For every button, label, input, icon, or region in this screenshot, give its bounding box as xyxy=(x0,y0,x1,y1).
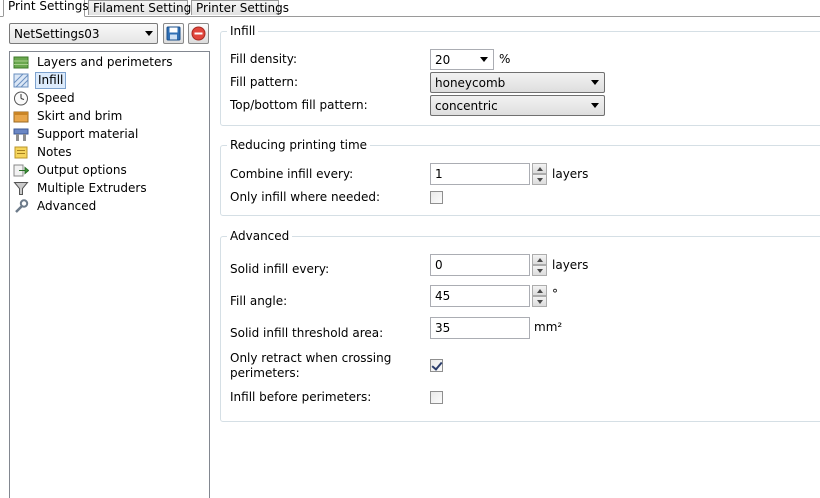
advanced-group: Advanced Solid infill every: 0 layers Fi… xyxy=(220,229,820,422)
infill-before-perimeters-checkbox[interactable] xyxy=(430,391,443,404)
fill-pattern-value: honeycomb xyxy=(435,76,506,90)
funnel-icon xyxy=(13,182,29,195)
infill-icon xyxy=(13,73,29,88)
combine-infill-value: 1 xyxy=(435,167,443,181)
chevron-down-icon xyxy=(591,80,599,85)
output-arrow-icon xyxy=(13,164,29,177)
tree-item-label: Output options xyxy=(37,163,127,177)
tab-filament-settings[interactable]: Filament Settings xyxy=(88,0,197,15)
combine-infill-label: Combine infill every: xyxy=(230,167,354,181)
delete-icon xyxy=(191,26,206,41)
reducing-printing-time-group: Reducing printing time Combine infill ev… xyxy=(220,138,820,216)
only-retract-label-line2: perimeters: xyxy=(230,366,300,380)
spin-down-arrow-icon[interactable] xyxy=(532,296,547,307)
support-icon xyxy=(13,128,29,141)
fill-angle-spinner[interactable] xyxy=(532,285,547,307)
solid-infill-threshold-unit: mm² xyxy=(534,320,563,334)
spin-up-arrow-icon[interactable] xyxy=(532,163,547,174)
fill-angle-unit: ° xyxy=(552,287,558,301)
only-retract-checkbox[interactable] xyxy=(430,359,443,372)
note-icon xyxy=(14,146,28,159)
fill-density-label: Fill density: xyxy=(230,52,298,66)
fill-angle-label: Fill angle: xyxy=(230,294,288,308)
wrench-icon xyxy=(15,199,29,213)
spin-down-arrow-icon[interactable] xyxy=(532,174,547,185)
spin-up-arrow-icon[interactable] xyxy=(532,254,547,265)
infill-before-perimeters-label: Infill before perimeters: xyxy=(230,390,372,404)
chevron-down-icon xyxy=(480,57,488,62)
solid-infill-threshold-input[interactable]: 35 xyxy=(430,317,530,339)
solid-infill-every-input[interactable]: 0 xyxy=(430,254,530,276)
solid-infill-threshold-label: Solid infill threshold area: xyxy=(230,326,384,340)
top-bottom-fill-pattern-value: concentric xyxy=(435,99,498,113)
spin-down-arrow-icon[interactable] xyxy=(532,265,547,276)
fill-density-combo[interactable]: 20 xyxy=(430,49,494,70)
preset-value: NetSettings03 xyxy=(14,27,100,41)
preset-select[interactable]: NetSettings03 xyxy=(9,23,158,44)
reducing-group-title: Reducing printing time xyxy=(227,138,371,152)
combine-infill-unit: layers xyxy=(552,167,589,181)
only-retract-label-line1: Only retract when crossing xyxy=(230,351,392,365)
solid-infill-every-unit: layers xyxy=(552,258,589,272)
fill-density-value: 20 xyxy=(435,53,451,67)
tree-item-label: Advanced xyxy=(37,199,97,213)
chevron-down-icon xyxy=(591,103,599,108)
solid-infill-threshold-value: 35 xyxy=(435,321,451,335)
delete-preset-button[interactable] xyxy=(188,23,209,44)
fill-pattern-label: Fill pattern: xyxy=(230,75,298,89)
only-infill-where-needed-checkbox[interactable] xyxy=(430,191,443,204)
top-bottom-fill-pattern-select[interactable]: concentric xyxy=(430,95,605,116)
settings-tabstrip: Print Settings Filament Settings Printer… xyxy=(0,0,820,17)
tree-item-label: Infill xyxy=(35,72,67,89)
layers-icon xyxy=(13,56,29,69)
tree-item-label: Multiple Extruders xyxy=(37,181,147,195)
only-infill-where-needed-label: Only infill where needed: xyxy=(230,190,380,204)
clock-icon xyxy=(14,91,28,106)
combine-infill-input[interactable]: 1 xyxy=(430,163,530,185)
advanced-group-title: Advanced xyxy=(227,229,293,243)
infill-group: Infill Fill density: 20 % Fill pattern: … xyxy=(220,24,820,126)
solid-infill-every-value: 0 xyxy=(435,258,443,272)
tree-item-label: Skirt and brim xyxy=(37,109,123,123)
save-icon xyxy=(166,26,181,41)
solid-infill-every-label: Solid infill every: xyxy=(230,262,330,276)
tree-item-label: Notes xyxy=(37,145,72,159)
infill-group-title: Infill xyxy=(227,24,259,38)
chevron-down-icon xyxy=(145,31,153,36)
tree-item-label: Speed xyxy=(37,91,75,105)
top-bottom-fill-pattern-label: Top/bottom fill pattern: xyxy=(230,98,368,112)
spin-up-arrow-icon[interactable] xyxy=(532,285,547,296)
fill-angle-input[interactable]: 45 xyxy=(430,285,530,307)
fill-angle-value: 45 xyxy=(435,289,451,303)
fill-pattern-select[interactable]: honeycomb xyxy=(430,72,605,93)
tab-print-settings[interactable]: Print Settings xyxy=(3,0,89,17)
save-preset-button[interactable] xyxy=(163,23,184,44)
box-icon xyxy=(13,111,29,123)
tree-item-label: Support material xyxy=(37,127,139,141)
tree-item-label: Layers and perimeters xyxy=(37,55,173,69)
solid-infill-every-spinner[interactable] xyxy=(532,254,547,276)
settings-category-tree: Layers and perimeters Infill Speed Skirt… xyxy=(9,51,210,498)
fill-density-unit: % xyxy=(499,52,511,66)
tab-printer-settings[interactable]: Printer Settings xyxy=(191,0,289,15)
combine-infill-spinner[interactable] xyxy=(532,163,547,185)
